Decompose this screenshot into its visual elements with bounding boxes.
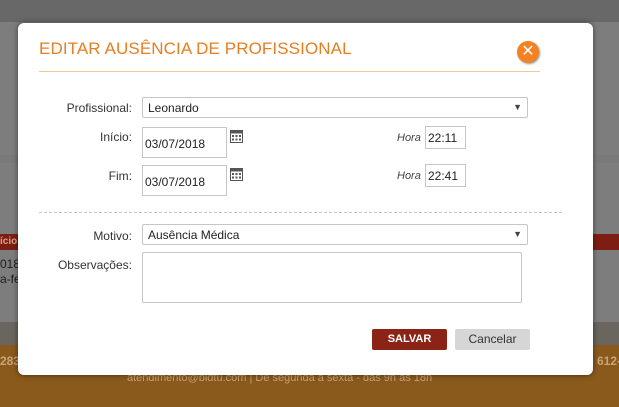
inicio-date-input[interactable]: 03/07/2018: [142, 127, 227, 158]
profissional-label: Profissional:: [66, 101, 132, 115]
edit-absence-modal: EDITAR AUSÊNCIA DE PROFISSIONAL ✕ Profis…: [18, 23, 593, 375]
profissional-select[interactable]: Leonardo ▼: [142, 97, 528, 118]
cancel-button[interactable]: Cancelar: [455, 329, 530, 350]
calendar-icon[interactable]: [230, 130, 243, 143]
inicio-label: Início:: [99, 130, 132, 144]
profissional-value: Leonardo: [148, 101, 199, 115]
inicio-time-value: 22:11: [428, 131, 458, 145]
fim-date-input[interactable]: 03/07/2018: [142, 165, 227, 196]
fim-time-input[interactable]: 22:41: [425, 164, 466, 187]
motivo-label: Motivo:: [93, 229, 132, 243]
dropdown-arrow-icon: ▼: [513, 102, 522, 112]
calendar-icon[interactable]: [230, 168, 243, 181]
modal-title: EDITAR AUSÊNCIA DE PROFISSIONAL: [39, 39, 352, 58]
observacoes-textarea[interactable]: [142, 252, 522, 303]
fim-label: Fim:: [108, 169, 132, 183]
fim-hora-label: Hora: [397, 170, 421, 182]
background-red-bar-text: ício: [0, 236, 18, 247]
save-button[interactable]: SALVAR: [372, 329, 447, 350]
background-footer-text: 612-: [597, 354, 619, 368]
form-divider: [39, 212, 562, 213]
background-header: [0, 0, 619, 22]
inicio-time-input[interactable]: 22:11: [425, 126, 466, 149]
title-divider: [39, 71, 540, 72]
dropdown-arrow-icon: ▼: [513, 229, 522, 239]
observacoes-label: Observações:: [57, 258, 132, 272]
motivo-value: Ausência Médica: [148, 228, 240, 242]
inicio-hora-label: Hora: [397, 132, 421, 144]
motivo-select[interactable]: Ausência Médica ▼: [142, 224, 528, 245]
fim-date-value: 03/07/2018: [145, 175, 206, 189]
close-icon: ✕: [521, 43, 535, 60]
fim-time-value: 22:41: [428, 169, 459, 183]
inicio-date-value: 03/07/2018: [145, 137, 206, 151]
close-button[interactable]: ✕: [517, 41, 539, 63]
